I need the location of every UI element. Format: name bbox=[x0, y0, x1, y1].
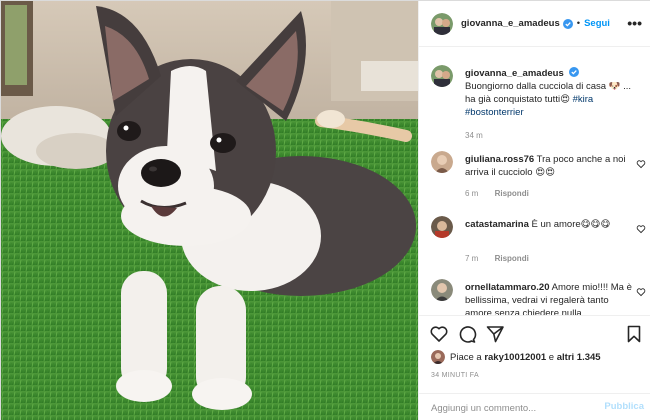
comment-bubble-icon[interactable] bbox=[457, 324, 477, 344]
hashtag-bostonterrier[interactable]: #bostonterrier bbox=[465, 107, 524, 118]
publish-button[interactable]: Pubblica bbox=[604, 401, 644, 412]
comment-username[interactable]: ornellatammaro.20 bbox=[465, 282, 549, 293]
verified-badge-icon bbox=[569, 67, 580, 77]
post-actions: Piace a raky10012001 e altri 1.345 34 MI… bbox=[419, 315, 650, 401]
caption-text-block: giovanna_e_amadeus Buongiorno dalla cucc… bbox=[465, 67, 633, 119]
comment-age: 7 m bbox=[465, 254, 479, 263]
comment-username[interactable]: catastamarina bbox=[465, 219, 529, 230]
post-photo[interactable] bbox=[1, 1, 418, 420]
caption-age: 34 m bbox=[465, 131, 483, 140]
likes-summary: Piace a raky10012001 e altri 1.345 bbox=[431, 350, 601, 364]
comment-text-block: ornellatammaro.20 Amore mio!!!! Ma è bel… bbox=[465, 281, 633, 315]
follow-button[interactable]: Segui bbox=[584, 18, 610, 29]
comment-meta: 6 m Rispondi bbox=[465, 189, 543, 198]
header-separator: • bbox=[576, 18, 581, 29]
caption-avatar[interactable] bbox=[431, 65, 453, 87]
liker-avatar bbox=[431, 350, 445, 364]
commenter-avatar[interactable] bbox=[431, 216, 453, 238]
instagram-post-window: giovanna_e_amadeus • Segui ••• giovanna_… bbox=[0, 0, 650, 420]
comment-like-heart-icon[interactable] bbox=[636, 159, 646, 169]
author-avatar[interactable] bbox=[431, 12, 453, 35]
commenter-avatar[interactable] bbox=[431, 279, 453, 301]
commenter-avatar[interactable] bbox=[431, 151, 453, 173]
comment-meta: 7 m Rispondi bbox=[465, 254, 543, 263]
like-heart-icon[interactable] bbox=[429, 324, 449, 344]
save-bookmark-icon[interactable] bbox=[624, 324, 644, 344]
post-timestamp[interactable]: 34 MINUTI FA bbox=[431, 372, 479, 379]
more-options-icon[interactable]: ••• bbox=[627, 16, 642, 30]
caption-meta: 34 m bbox=[465, 131, 497, 140]
comment-text-block: giuliana.ross76 Tra poco anche a noi arr… bbox=[465, 153, 633, 179]
post-side-panel: giovanna_e_amadeus • Segui ••• giovanna_… bbox=[418, 1, 650, 420]
likes-prefix: Piace a bbox=[450, 351, 482, 363]
comment-input[interactable] bbox=[431, 398, 591, 418]
comments-section[interactable]: giovanna_e_amadeus Buongiorno dalla cucc… bbox=[419, 47, 650, 315]
add-comment-bar: Pubblica bbox=[419, 393, 650, 420]
liker-username[interactable]: raky10012001 bbox=[484, 352, 546, 363]
comment-username[interactable]: giuliana.ross76 bbox=[465, 154, 534, 165]
likes-conjunction: e bbox=[548, 351, 555, 363]
likes-others-link[interactable]: altri 1.345 bbox=[557, 352, 601, 363]
post-header: giovanna_e_amadeus • Segui ••• bbox=[419, 1, 650, 47]
reply-button[interactable]: Rispondi bbox=[495, 254, 529, 263]
share-paper-plane-icon[interactable] bbox=[485, 324, 505, 344]
comment-like-heart-icon[interactable] bbox=[636, 287, 646, 297]
author-username[interactable]: giovanna_e_amadeus bbox=[461, 18, 560, 29]
reply-button[interactable]: Rispondi bbox=[495, 189, 529, 198]
comment-text-block: catastamarina È un amore😋😋😋 bbox=[465, 218, 633, 231]
caption-text: Buongiorno dalla cucciola di casa 🐶 ... … bbox=[465, 81, 632, 105]
comment-age: 6 m bbox=[465, 189, 479, 198]
comment-text: È un amore😋😋😋 bbox=[531, 219, 611, 230]
caption-username[interactable]: giovanna_e_amadeus bbox=[465, 68, 564, 79]
verified-badge-icon bbox=[562, 18, 573, 29]
hashtag-kira[interactable]: #kira bbox=[573, 94, 594, 105]
comment-like-heart-icon[interactable] bbox=[636, 224, 646, 234]
boston-terrier-photo bbox=[1, 1, 418, 420]
